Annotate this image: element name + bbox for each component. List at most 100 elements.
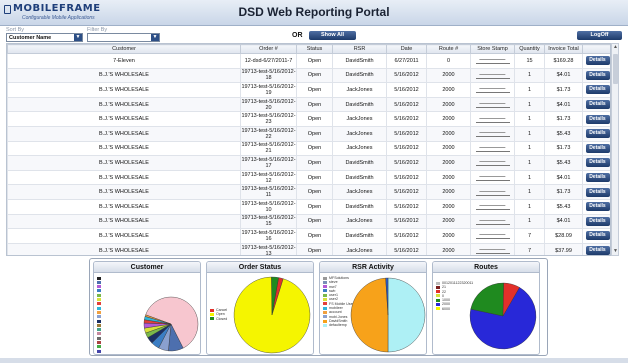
order-status-pie[interactable] — [231, 275, 313, 355]
col-invoice-total[interactable]: Invoice Total — [544, 44, 583, 54]
details-button[interactable]: Details — [585, 143, 610, 153]
details-button[interactable]: Details — [585, 231, 610, 241]
cell-date: 5/16/2012 — [386, 169, 427, 186]
cell-rsr: DavidSmith — [332, 53, 387, 69]
col-rsr[interactable]: RSR — [332, 44, 387, 54]
cell-quantity: 1 — [514, 198, 545, 215]
col-route[interactable]: Route # — [426, 44, 471, 54]
cell-actions: Details — [582, 67, 610, 84]
col-quantity[interactable]: Quantity — [514, 44, 545, 54]
filter-select[interactable]: ▼ — [87, 33, 160, 42]
details-button[interactable]: Details — [585, 56, 610, 66]
cell-order-number: 19713-test-5/16/2012-18 — [240, 67, 297, 84]
signature-stamp-image[interactable] — [475, 172, 510, 182]
table-row[interactable]: B.J.'S WHOLESALE 19713-test-5/16/2012-16 O… — [7, 228, 610, 244]
col-date[interactable]: Date — [386, 44, 427, 54]
signature-stamp-image[interactable] — [475, 99, 510, 109]
details-button[interactable]: Details — [585, 70, 610, 80]
table-scrollbar[interactable]: ▲ ▼ — [611, 43, 619, 256]
details-button[interactable]: Details — [585, 246, 610, 255]
legend-swatch — [436, 307, 440, 311]
cell-customer: B.J.'S WHOLESALE — [7, 96, 241, 113]
signature-stamp-image[interactable] — [475, 187, 510, 196]
cell-customer: B.J.'S WHOLESALE — [7, 155, 241, 171]
logoff-button[interactable]: LogOff — [577, 31, 622, 40]
signature-stamp-image[interactable] — [475, 245, 510, 255]
cell-store-stamp — [470, 169, 515, 186]
table-row[interactable]: B.J.'S WHOLESALE 19713-test-5/16/2012-19 O… — [7, 82, 610, 98]
cell-customer: B.J.'S WHOLESALE — [7, 184, 241, 200]
show-all-button[interactable]: Show All — [309, 31, 356, 40]
details-button[interactable]: Details — [585, 85, 610, 95]
pie-slice[interactable] — [350, 277, 389, 353]
legend-swatch — [97, 328, 101, 332]
cell-status: Open — [296, 213, 333, 230]
cell-store-stamp — [470, 140, 515, 157]
signature-stamp-image[interactable] — [475, 128, 510, 138]
signature-stamp-image[interactable] — [475, 230, 510, 240]
table-row[interactable]: B.J.'S WHOLESALE 19713-test-5/16/2012-12 O… — [7, 169, 610, 186]
signature-stamp-image[interactable] — [475, 114, 510, 123]
cell-date: 5/16/2012 — [386, 140, 427, 157]
signature-stamp-image[interactable] — [475, 201, 510, 211]
table-row[interactable]: B.J.'S WHOLESALE 19713-test-5/16/2012-13 O… — [7, 242, 610, 255]
table-row[interactable]: B.J.'S WHOLESALE 19713-test-5/16/2012-15 O… — [7, 213, 610, 230]
signature-stamp-image[interactable] — [475, 70, 510, 79]
cell-quantity: 1 — [514, 155, 545, 171]
legend-swatch — [97, 280, 101, 284]
cell-customer: B.J.'S WHOLESALE — [7, 111, 241, 127]
scroll-down-icon[interactable]: ▼ — [612, 248, 619, 255]
details-button[interactable]: Details — [585, 158, 610, 168]
details-button[interactable]: Details — [585, 129, 610, 139]
details-button[interactable]: Details — [585, 202, 610, 212]
col-store-stamp[interactable]: Store Stamp — [470, 44, 515, 54]
cell-route: 0 — [426, 53, 471, 69]
cell-order-number: 19713-test-5/16/2012-22 — [240, 125, 297, 142]
cell-order-number: 19713-test-5/16/2012-11 — [240, 184, 297, 200]
col-order[interactable]: Order # — [240, 44, 297, 54]
cell-route: 2000 — [426, 228, 471, 244]
signature-stamp-image[interactable] — [475, 216, 510, 225]
signature-stamp-image[interactable] — [475, 84, 510, 94]
legend-swatch — [97, 353, 101, 354]
sort-select-value: Customer Name — [9, 35, 52, 41]
chevron-down-icon[interactable]: ▼ — [74, 34, 82, 41]
rsr-activity-pie[interactable] — [350, 275, 426, 355]
cell-status: Open — [296, 53, 333, 69]
table-row[interactable]: B.J.'S WHOLESALE 19713-test-5/16/2012-22 O… — [7, 125, 610, 142]
pie-slice[interactable] — [387, 277, 426, 353]
cell-actions: Details — [582, 82, 610, 98]
scrollbar-thumb[interactable] — [613, 54, 618, 84]
legend-item — [97, 353, 103, 354]
table-row[interactable]: B.J.'S WHOLESALE 19713-test-5/16/2012-18 O… — [7, 67, 610, 84]
legend-swatch — [323, 298, 327, 302]
details-button[interactable]: Details — [585, 114, 610, 124]
table-row[interactable]: B.J.'S WHOLESALE 19713-test-5/16/2012-23 O… — [7, 111, 610, 127]
customer-pie[interactable] — [142, 284, 200, 354]
table-row[interactable]: B.J.'S WHOLESALE 19713-test-5/16/2012-17 O… — [7, 155, 610, 171]
signature-stamp-image[interactable] — [475, 157, 510, 167]
table-row[interactable]: B.J.'S WHOLESALE 19713-test-5/16/2012-20 O… — [7, 96, 610, 113]
sort-select[interactable]: Customer Name ▼ — [6, 33, 83, 42]
table-row[interactable]: B.J.'S WHOLESALE 19713-test-5/16/2012-10 O… — [7, 198, 610, 215]
table-row[interactable]: B.J.'S WHOLESALE 19713-test-5/16/2012-21 O… — [7, 140, 610, 157]
details-button[interactable]: Details — [585, 187, 610, 197]
col-status[interactable]: Status — [296, 44, 333, 54]
details-button[interactable]: Details — [585, 100, 610, 110]
details-button[interactable]: Details — [585, 216, 610, 226]
table-row[interactable]: 7-Eleven 12-dsd-6/27/2011-7 Open DavidSmith… — [7, 53, 610, 69]
rsr-activity-chart-title: RSR Activity — [320, 262, 426, 273]
signature-stamp-image[interactable] — [475, 143, 510, 152]
cell-rsr: JackJones — [332, 140, 387, 157]
routes-pie[interactable] — [469, 276, 539, 354]
table-row[interactable]: B.J.'S WHOLESALE 19713-test-5/16/2012-11 O… — [7, 184, 610, 200]
scroll-up-icon[interactable]: ▲ — [612, 44, 619, 51]
customer-chart-legend — [97, 276, 103, 354]
legend-swatch — [323, 302, 327, 306]
chevron-down-icon[interactable]: ▼ — [151, 34, 159, 41]
cell-invoice-total: $4.01 — [544, 96, 583, 113]
cell-order-number: 19713-test-5/16/2012-12 — [240, 169, 297, 186]
details-button[interactable]: Details — [585, 173, 610, 183]
signature-stamp-image[interactable] — [475, 55, 510, 65]
col-customer[interactable]: Customer — [7, 44, 241, 54]
